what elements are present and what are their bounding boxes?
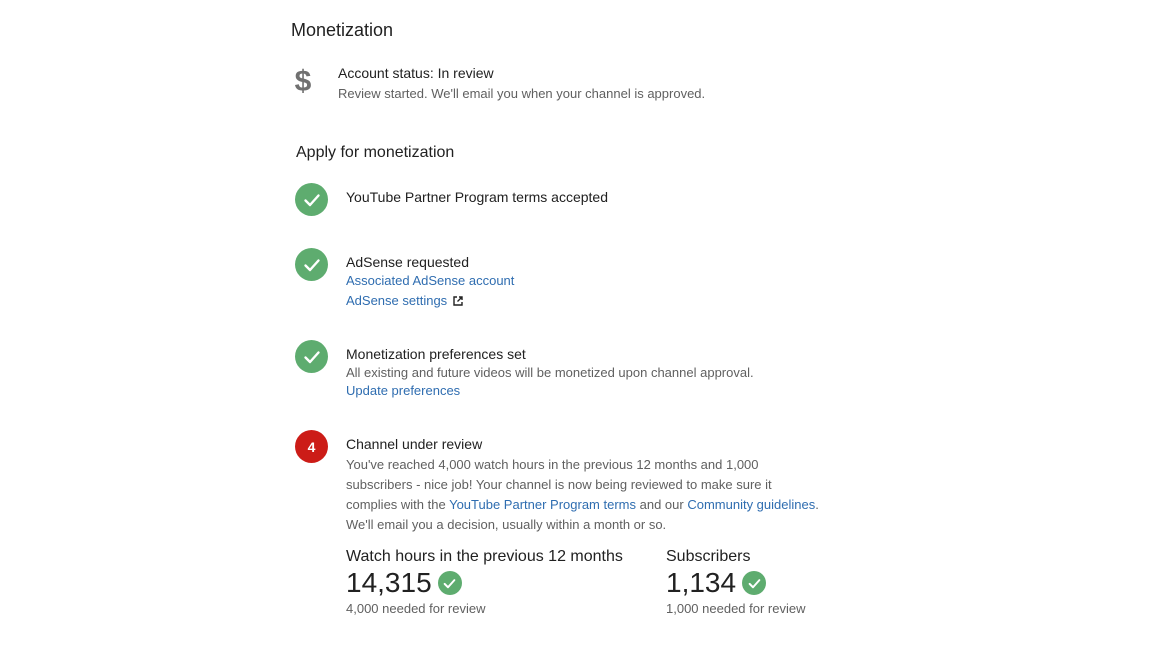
- step-preferences-text: All existing and future videos will be m…: [346, 365, 754, 380]
- watch-hours-note: 4,000 needed for review: [346, 601, 486, 616]
- step-preferences-title: Monetization preferences set: [346, 346, 526, 362]
- page-title: Monetization: [291, 20, 394, 40]
- adsense-settings-link[interactable]: AdSense settings: [346, 293, 463, 308]
- review-text-segment: .: [815, 497, 819, 512]
- step-complete-check-icon: [295, 248, 328, 281]
- step-complete-check-icon: [295, 183, 328, 216]
- community-guidelines-link[interactable]: Community guidelines: [687, 497, 815, 512]
- partner-program-terms-link[interactable]: YouTube Partner Program terms: [449, 497, 636, 512]
- subscribers-label: Subscribers: [666, 548, 751, 565]
- review-description-line: You've reached 4,000 watch hours in the …: [346, 457, 759, 472]
- svg-text:$: $: [295, 65, 312, 98]
- subscribers-check-icon: [742, 571, 767, 595]
- update-preferences-link[interactable]: Update preferences: [346, 383, 460, 398]
- review-text-segment: complies with the: [346, 497, 450, 512]
- review-description-line: complies with the YouTube Partner Progra…: [346, 495, 826, 515]
- adsense-settings-label: AdSense settings: [346, 293, 448, 308]
- step-adsense-title: AdSense requested: [346, 254, 469, 270]
- review-description: You've reached 4,000 watch hours in the …: [346, 455, 826, 535]
- watch-hours-stat: 14,315: [346, 567, 462, 599]
- watch-hours-check-icon: [437, 571, 462, 595]
- external-link-icon: [453, 296, 463, 306]
- step-number-badge: 4: [295, 430, 328, 463]
- subscribers-note: 1,000 needed for review: [666, 601, 806, 616]
- review-description-line: subscribers - nice job! Your channel is …: [346, 477, 772, 492]
- watch-hours-label: Watch hours in the previous 12 months: [346, 548, 623, 565]
- subscribers-stat: 1,134: [666, 567, 767, 599]
- subscribers-value: 1,134: [666, 567, 737, 598]
- review-description-line: We'll email you a decision, usually with…: [346, 517, 667, 532]
- apply-section-title: Apply for monetization: [296, 144, 455, 161]
- review-text-segment: and our: [636, 497, 688, 512]
- step-complete-check-icon: [295, 340, 328, 373]
- step-terms-title: YouTube Partner Program terms accepted: [346, 189, 608, 205]
- account-status-title: Account status: In review: [338, 65, 494, 81]
- step-review-title: Channel under review: [346, 436, 483, 452]
- dollar-icon: $: [295, 65, 312, 98]
- watch-hours-value: 14,315: [346, 567, 432, 598]
- account-status-subtitle: Review started. We'll email you when you…: [338, 86, 706, 101]
- associated-adsense-account-link[interactable]: Associated AdSense account: [346, 273, 514, 288]
